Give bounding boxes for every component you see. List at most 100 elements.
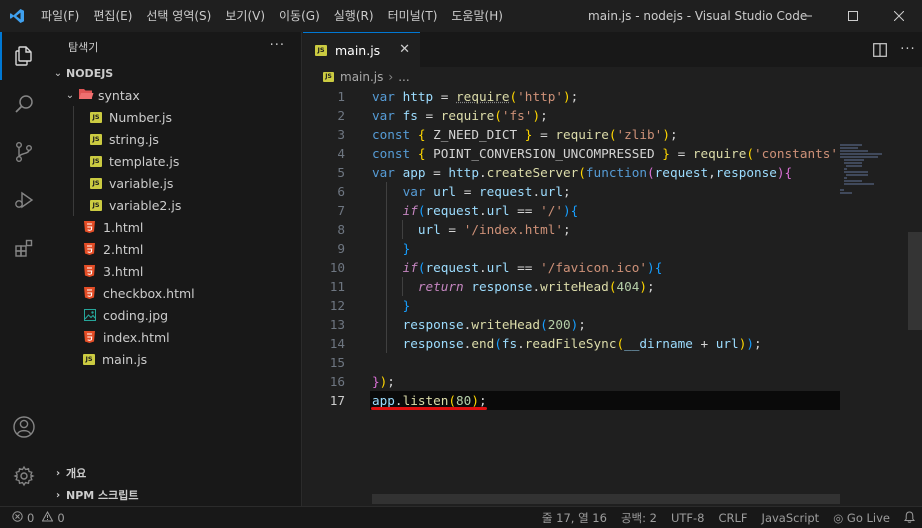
js-file-icon: JS [315, 45, 327, 56]
code-text: const { POINT_CONVERSION_UNCOMPRESSED } … [372, 144, 838, 163]
more-actions-icon[interactable]: ··· [894, 32, 922, 67]
line-number: 16 [303, 372, 345, 391]
error-count: 0 [27, 511, 34, 525]
code-line: 6 var url = request.url; [303, 182, 840, 201]
cursor-position[interactable]: 줄 17, 열 16 [535, 510, 614, 526]
close-window-button[interactable] [876, 0, 922, 32]
tree-file-active[interactable]: JS main.js [48, 348, 301, 370]
tree-file[interactable]: index.html [48, 326, 301, 348]
tree-folder-syntax[interactable]: ⌄ syntax [48, 84, 301, 106]
tree-file[interactable]: 1.html [48, 216, 301, 238]
npm-scripts-label: NPM 스크립트 [66, 487, 139, 503]
file-label: Number.js [109, 110, 172, 125]
extensions-icon[interactable] [0, 224, 48, 272]
line-number: 8 [303, 220, 345, 239]
code-line: 1 var http = require('http'); [303, 87, 840, 106]
indentation[interactable]: 공백: 2 [614, 510, 664, 526]
code-line: 14 response.end(fs.readFileSync(__dirnam… [303, 334, 840, 353]
problems-indicator[interactable]: 0 0 [0, 511, 65, 525]
breadcrumb-symbol[interactable]: ... [398, 70, 409, 84]
encoding[interactable]: UTF-8 [664, 511, 712, 525]
search-icon[interactable] [0, 80, 48, 128]
outline-section[interactable]: › 개요 [48, 462, 302, 484]
file-label: main.js [102, 352, 147, 367]
npm-scripts-section[interactable]: › NPM 스크립트 [48, 484, 302, 506]
minimap[interactable] [838, 142, 908, 202]
file-label: variable2.js [109, 198, 181, 213]
tab-main-js[interactable]: JS main.js ✕ [303, 32, 420, 67]
code-text: return response.writeHead(404); [372, 277, 655, 296]
menu-selection[interactable]: 선택 영역(S) [139, 0, 218, 32]
code-text: } [372, 239, 410, 258]
js-file-icon: JS [83, 354, 95, 365]
line-number: 6 [303, 182, 345, 201]
vscode-logo-icon [0, 0, 34, 32]
line-number: 15 [303, 353, 345, 372]
menu-go[interactable]: 이동(G) [272, 0, 327, 32]
run-debug-icon[interactable] [0, 176, 48, 224]
account-icon[interactable] [0, 403, 48, 451]
js-file-icon: JS [90, 112, 102, 123]
code-line: 16}); [303, 372, 840, 391]
close-icon[interactable]: ✕ [399, 42, 410, 57]
tree-folder-label: syntax [98, 88, 140, 103]
line-number: 4 [303, 144, 345, 163]
maximize-button[interactable] [830, 0, 876, 32]
end-of-line[interactable]: CRLF [712, 511, 755, 525]
active-indicator [0, 32, 2, 80]
js-file-icon: JS [90, 178, 102, 189]
red-underline-annotation [371, 407, 487, 410]
warning-icon [42, 511, 53, 525]
js-file-icon: JS [323, 72, 334, 82]
code-line: 4 const { POINT_CONVERSION_UNCOMPRESSED }… [303, 144, 840, 163]
tree-file[interactable]: 2.html [48, 238, 301, 260]
tree-file[interactable]: checkbox.html [48, 282, 301, 304]
file-label: checkbox.html [103, 286, 195, 301]
breadcrumb-file[interactable]: main.js [340, 70, 383, 84]
folder-open-icon [78, 88, 94, 103]
vertical-scrollbar[interactable] [908, 232, 922, 330]
tree-file[interactable]: JS string.js [48, 128, 301, 150]
code-text: var app = http.createServer(function(req… [372, 163, 792, 182]
menu-file[interactable]: 파일(F) [34, 0, 86, 32]
bell-icon[interactable] [897, 511, 922, 526]
menu-edit[interactable]: 편집(E) [86, 0, 139, 32]
tree-file[interactable]: JS Number.js [48, 106, 301, 128]
line-number: 12 [303, 296, 345, 315]
tree-root-nodejs[interactable]: ⌄ NODEJS [48, 62, 301, 84]
explorer-icon[interactable] [0, 32, 48, 80]
more-actions-icon[interactable]: ··· [270, 38, 285, 53]
error-icon [12, 511, 23, 525]
code-line: 13 response.writeHead(200); [303, 315, 840, 334]
menu-run[interactable]: 실행(R) [327, 0, 381, 32]
minimize-button[interactable] [784, 0, 830, 32]
code-text [372, 353, 380, 372]
code-editor[interactable]: 1 var http = require('http'); 2 var fs = r… [303, 87, 922, 506]
html-file-icon [84, 331, 95, 343]
code-text: if(request.url == '/favicon.ico'){ [372, 258, 662, 277]
code-text: response.writeHead(200); [372, 315, 586, 334]
settings-gear-icon[interactable] [0, 452, 48, 500]
tree-file[interactable]: JS variable2.js [48, 194, 301, 216]
code-line: 12 } [303, 296, 840, 315]
menu-terminal[interactable]: 터미널(T) [381, 0, 445, 32]
tree-file[interactable]: coding.jpg [48, 304, 301, 326]
file-label: 2.html [103, 242, 143, 257]
split-editor-icon[interactable] [866, 32, 894, 67]
file-label: 1.html [103, 220, 143, 235]
tree-file[interactable]: 3.html [48, 260, 301, 282]
go-live-button[interactable]: ◎ Go Live [826, 511, 897, 525]
go-live-label: Go Live [847, 511, 890, 525]
line-number: 2 [303, 106, 345, 125]
source-control-icon[interactable] [0, 128, 48, 176]
tree-file[interactable]: JS template.js [48, 150, 301, 172]
language-mode[interactable]: JavaScript [755, 511, 827, 525]
title-bar: 파일(F) 편집(E) 선택 영역(S) 보기(V) 이동(G) 실행(R) 터… [0, 0, 922, 32]
file-label: 3.html [103, 264, 143, 279]
tree-file[interactable]: JS variable.js [48, 172, 301, 194]
menu-help[interactable]: 도움말(H) [444, 0, 510, 32]
code-line: 10 if(request.url == '/favicon.ico'){ [303, 258, 840, 277]
menu-view[interactable]: 보기(V) [218, 0, 272, 32]
code-text: response.end(fs.readFileSync(__dirname +… [372, 334, 762, 353]
horizontal-scrollbar[interactable] [372, 494, 840, 504]
